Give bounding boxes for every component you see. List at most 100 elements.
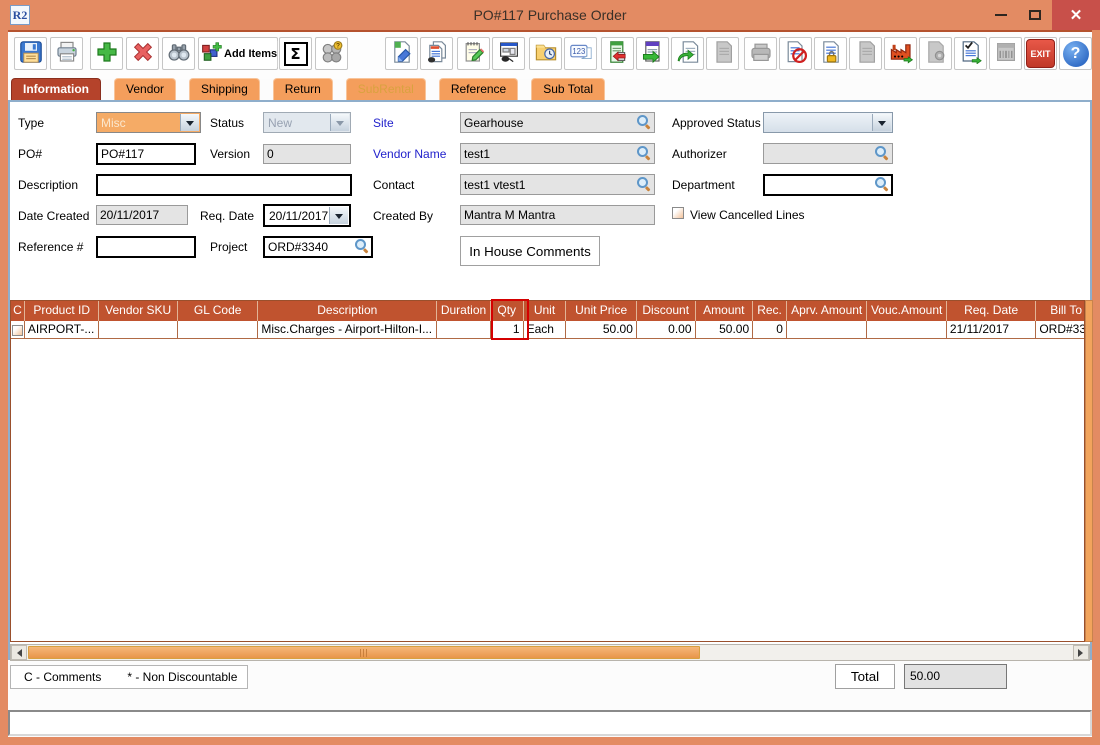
col-header-description[interactable]: Description bbox=[258, 301, 437, 321]
row-rec[interactable]: 0 bbox=[753, 321, 787, 339]
edit-quote-button[interactable] bbox=[385, 37, 418, 70]
search-icon[interactable] bbox=[875, 146, 889, 160]
spare-parts-button[interactable]: ? bbox=[315, 37, 348, 70]
description-input[interactable] bbox=[96, 174, 352, 196]
export-invoice-button[interactable] bbox=[636, 37, 669, 70]
open-form-button[interactable] bbox=[492, 37, 525, 70]
approve-po-button[interactable] bbox=[954, 37, 987, 70]
search-icon[interactable] bbox=[637, 115, 651, 129]
col-header-req-date[interactable]: Req. Date bbox=[947, 301, 1036, 321]
search-icon[interactable] bbox=[875, 177, 889, 191]
department-input[interactable] bbox=[763, 174, 893, 196]
department-lookup[interactable] bbox=[763, 174, 893, 196]
site-input[interactable] bbox=[460, 112, 655, 133]
print-button[interactable] bbox=[50, 37, 83, 70]
col-header-discount[interactable]: Discount bbox=[637, 301, 696, 321]
add-items-button[interactable]: Add Items bbox=[198, 37, 278, 70]
row-unit[interactable]: Each bbox=[524, 321, 567, 339]
scroll-right-arrow-icon[interactable] bbox=[1073, 645, 1089, 660]
count-sheet-button[interactable]: 123 bbox=[564, 37, 597, 70]
col-header-aprv-amount[interactable]: Aprv. Amount bbox=[787, 301, 867, 321]
row-aprv-amount[interactable] bbox=[787, 321, 867, 339]
search-icon[interactable] bbox=[355, 239, 369, 253]
notes-button[interactable] bbox=[457, 37, 490, 70]
row-discount[interactable]: 0.00 bbox=[637, 321, 696, 339]
minimize-button[interactable] bbox=[986, 0, 1016, 30]
col-header-c[interactable]: C bbox=[11, 301, 25, 321]
site-lookup[interactable] bbox=[460, 112, 655, 133]
sum-total-button[interactable]: Σ bbox=[279, 37, 312, 70]
cancel-po-button[interactable] bbox=[779, 37, 812, 70]
req-date-combo[interactable]: 20/11/2017 bbox=[263, 204, 351, 227]
row-duration[interactable] bbox=[437, 321, 491, 339]
help-button[interactable]: ? bbox=[1059, 37, 1092, 70]
row-unit-price[interactable]: 50.00 bbox=[566, 321, 637, 339]
po-number-input[interactable] bbox=[96, 143, 196, 165]
authorizer-lookup[interactable] bbox=[763, 143, 893, 164]
chevron-down-icon[interactable] bbox=[329, 207, 348, 224]
exit-button[interactable]: EXIT bbox=[1024, 37, 1057, 70]
col-header-qty[interactable]: Qty bbox=[491, 301, 524, 321]
tab-shipping[interactable]: Shipping bbox=[189, 78, 260, 100]
delete-line-button[interactable] bbox=[126, 37, 159, 70]
view-cancelled-lines-checkbox[interactable] bbox=[672, 207, 684, 219]
row-req-date[interactable]: 21/11/2017 bbox=[947, 321, 1036, 339]
contact-lookup[interactable] bbox=[460, 174, 655, 195]
approved-status-combo[interactable] bbox=[763, 112, 893, 133]
grid-vertical-scrollbar[interactable] bbox=[1085, 300, 1093, 642]
tab-reference[interactable]: Reference bbox=[439, 78, 518, 100]
chevron-down-icon[interactable] bbox=[872, 114, 891, 131]
col-header-bill-to[interactable]: Bill To bbox=[1036, 301, 1084, 321]
search-icon[interactable] bbox=[637, 177, 651, 191]
vendor-name-lookup[interactable] bbox=[460, 143, 655, 164]
chevron-down-icon[interactable] bbox=[180, 114, 199, 131]
col-header-unit[interactable]: Unit bbox=[524, 301, 567, 321]
return-document-button[interactable] bbox=[671, 37, 704, 70]
row-comment-cell[interactable] bbox=[11, 321, 25, 339]
row-comment-checkbox[interactable] bbox=[12, 325, 23, 336]
col-header-duration[interactable]: Duration bbox=[437, 301, 491, 321]
row-description[interactable]: Misc.Charges - Airport-Hilton-I... bbox=[258, 321, 437, 339]
col-header-vouc-amount[interactable]: Vouc.Amount bbox=[867, 301, 946, 321]
receive-invoice-button[interactable] bbox=[601, 37, 634, 70]
row-vendor-sku[interactable] bbox=[99, 321, 177, 339]
history-folder-button[interactable] bbox=[529, 37, 562, 70]
search-icon[interactable] bbox=[637, 146, 651, 160]
find-button[interactable] bbox=[162, 37, 195, 70]
lock-po-button[interactable] bbox=[814, 37, 847, 70]
total-button[interactable]: Total bbox=[835, 664, 895, 689]
tab-information[interactable]: Information bbox=[11, 78, 101, 100]
copy-document-button[interactable] bbox=[420, 37, 453, 70]
col-header-gl-code[interactable]: GL Code bbox=[178, 301, 258, 321]
col-header-rec[interactable]: Rec. bbox=[753, 301, 787, 321]
col-header-unit-price[interactable]: Unit Price bbox=[566, 301, 637, 321]
project-lookup[interactable] bbox=[263, 236, 373, 258]
row-gl-code[interactable] bbox=[178, 321, 258, 339]
add-line-button[interactable] bbox=[90, 37, 123, 70]
save-button[interactable] bbox=[14, 37, 47, 70]
row-product-id[interactable]: AIRPORT-... bbox=[25, 321, 100, 339]
row-vouc-amount[interactable] bbox=[867, 321, 946, 339]
table-row[interactable]: AIRPORT-... Misc.Charges - Airport-Hilto… bbox=[11, 321, 1084, 339]
scroll-left-arrow-icon[interactable] bbox=[11, 645, 27, 660]
col-header-product-id[interactable]: Product ID bbox=[25, 301, 100, 321]
close-button[interactable]: ✕ bbox=[1052, 0, 1100, 30]
contact-input[interactable] bbox=[460, 174, 655, 195]
row-amount[interactable]: 50.00 bbox=[696, 321, 754, 339]
type-combo[interactable]: Misc bbox=[96, 112, 201, 133]
vendor-name-input[interactable] bbox=[460, 143, 655, 164]
maximize-button[interactable] bbox=[1020, 0, 1050, 30]
tab-subtotal[interactable]: Sub Total bbox=[531, 78, 605, 100]
tab-return[interactable]: Return bbox=[273, 78, 333, 100]
send-to-vendor-button[interactable] bbox=[884, 37, 917, 70]
in-house-comments-button[interactable]: In House Comments bbox=[460, 236, 600, 266]
col-header-vendor-sku[interactable]: Vendor SKU bbox=[99, 301, 177, 321]
row-bill-to[interactable]: ORD#3340 bbox=[1036, 321, 1084, 339]
reference-number-input[interactable] bbox=[96, 236, 196, 258]
grid-horizontal-scrollbar[interactable] bbox=[10, 644, 1090, 661]
col-header-amount[interactable]: Amount bbox=[696, 301, 754, 321]
authorizer-input[interactable] bbox=[763, 143, 893, 164]
row-qty[interactable]: 1 bbox=[491, 321, 524, 339]
scrollbar-thumb[interactable] bbox=[28, 646, 700, 659]
tab-vendor[interactable]: Vendor bbox=[114, 78, 176, 100]
